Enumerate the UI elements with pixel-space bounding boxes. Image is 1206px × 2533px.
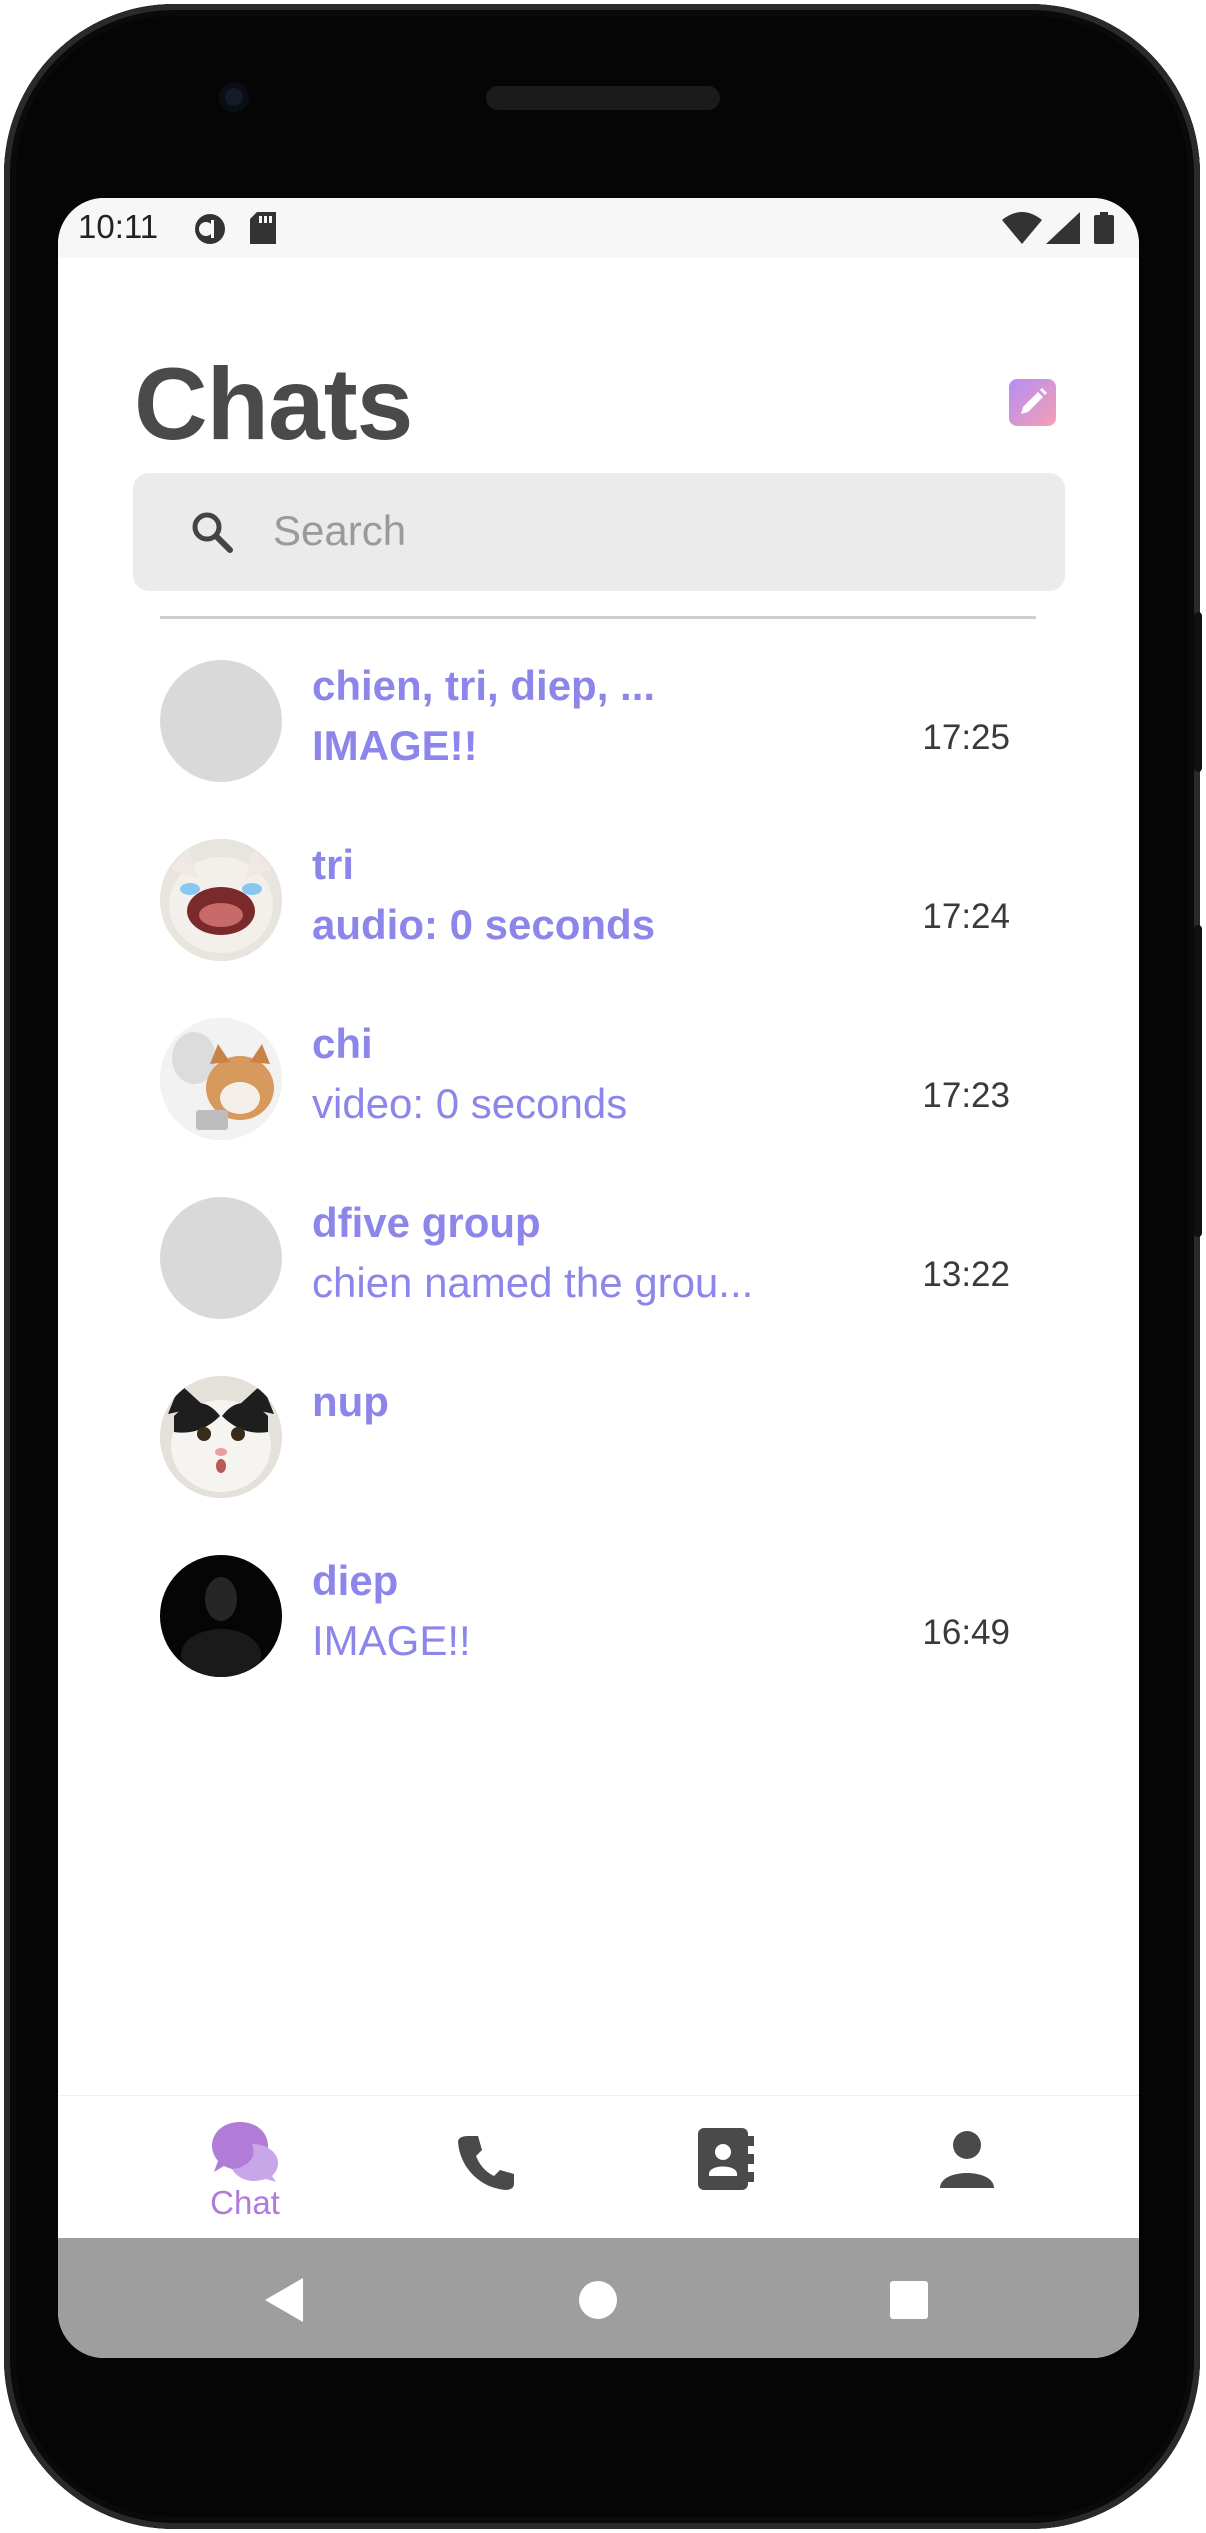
person-icon [940, 2131, 994, 2188]
chat-row[interactable]: chi video: 0 seconds 17:23 [160, 1018, 1040, 1168]
front-camera [219, 82, 249, 112]
avatar [160, 839, 282, 961]
power-button [1194, 612, 1202, 772]
home-icon[interactable] [578, 2280, 618, 2320]
chat-time: 17:25 [922, 718, 1010, 757]
search-icon [189, 509, 235, 559]
chat-row[interactable]: diep IMAGE!! 16:49 [160, 1555, 1040, 1705]
back-icon[interactable] [263, 2278, 305, 2322]
app-screen: 10:11 Chats Search chien, tri, diep, ...… [58, 198, 1139, 2358]
status-bar: 10:11 [58, 198, 1139, 258]
search-bar[interactable]: Search [133, 473, 1065, 591]
contacts-book-icon [698, 2128, 754, 2190]
avatar [160, 1197, 282, 1319]
chat-row[interactable]: tri audio: 0 seconds 17:24 [160, 839, 1040, 989]
search-input[interactable]: Search [273, 507, 406, 555]
battery-icon [1094, 212, 1114, 248]
chat-name: tri [312, 841, 354, 888]
chat-row[interactable]: dfive group chien named the grou... 13:2… [160, 1197, 1040, 1347]
chat-name: dfive group [312, 1199, 541, 1246]
nav-calls-tab[interactable] [446, 2120, 526, 2220]
wifi-icon [1002, 212, 1042, 248]
volume-button [1194, 925, 1202, 1237]
avatar [160, 660, 282, 782]
chat-name: chien, tri, diep, ... [312, 662, 656, 709]
divider [160, 616, 1036, 619]
avatar [160, 1018, 282, 1140]
chat-name: diep [312, 1557, 399, 1604]
status-time: 10:11 [78, 208, 159, 245]
chat-row[interactable]: chien, tri, diep, ... IMAGE!! 17:25 [160, 660, 1040, 810]
chat-name: nup [312, 1378, 389, 1425]
system-navigation-bar [58, 2238, 1139, 2358]
sd-card-icon [250, 212, 276, 248]
compose-button[interactable] [1009, 379, 1056, 426]
chat-name: chi [312, 1020, 373, 1067]
nav-chat-label: Chat [210, 2184, 280, 2221]
cell-signal-icon [1046, 212, 1080, 248]
chat-last-message: IMAGE!! [312, 722, 478, 769]
chat-row[interactable]: nup [160, 1376, 1040, 1526]
earpiece-speaker [486, 86, 720, 110]
nav-profile-tab[interactable] [927, 2120, 1007, 2220]
chat-time: 16:49 [922, 1613, 1010, 1652]
recents-icon[interactable] [890, 2281, 928, 2319]
pencil-icon [1021, 388, 1047, 414]
chat-last-message: video: 0 seconds [312, 1080, 628, 1127]
chat-last-message: chien named the grou... [312, 1259, 754, 1306]
chat-time: 17:24 [922, 897, 1010, 936]
bottom-navigation: Chat [58, 2095, 1139, 2238]
chat-last-message: IMAGE!! [312, 1617, 471, 1664]
nav-chat-tab[interactable]: Chat [205, 2120, 285, 2221]
chat-last-message: audio: 0 seconds [312, 901, 656, 948]
avatar [160, 1376, 282, 1498]
page-title: Chats [134, 347, 413, 461]
avatar [160, 1555, 282, 1677]
nav-contacts-tab[interactable] [686, 2120, 766, 2220]
chat-time: 17:23 [922, 1076, 1010, 1115]
chat-bubbles-icon [212, 2122, 278, 2182]
chat-time: 13:22 [922, 1255, 1010, 1294]
phone-icon [458, 2136, 514, 2190]
sync-icon [193, 212, 227, 250]
